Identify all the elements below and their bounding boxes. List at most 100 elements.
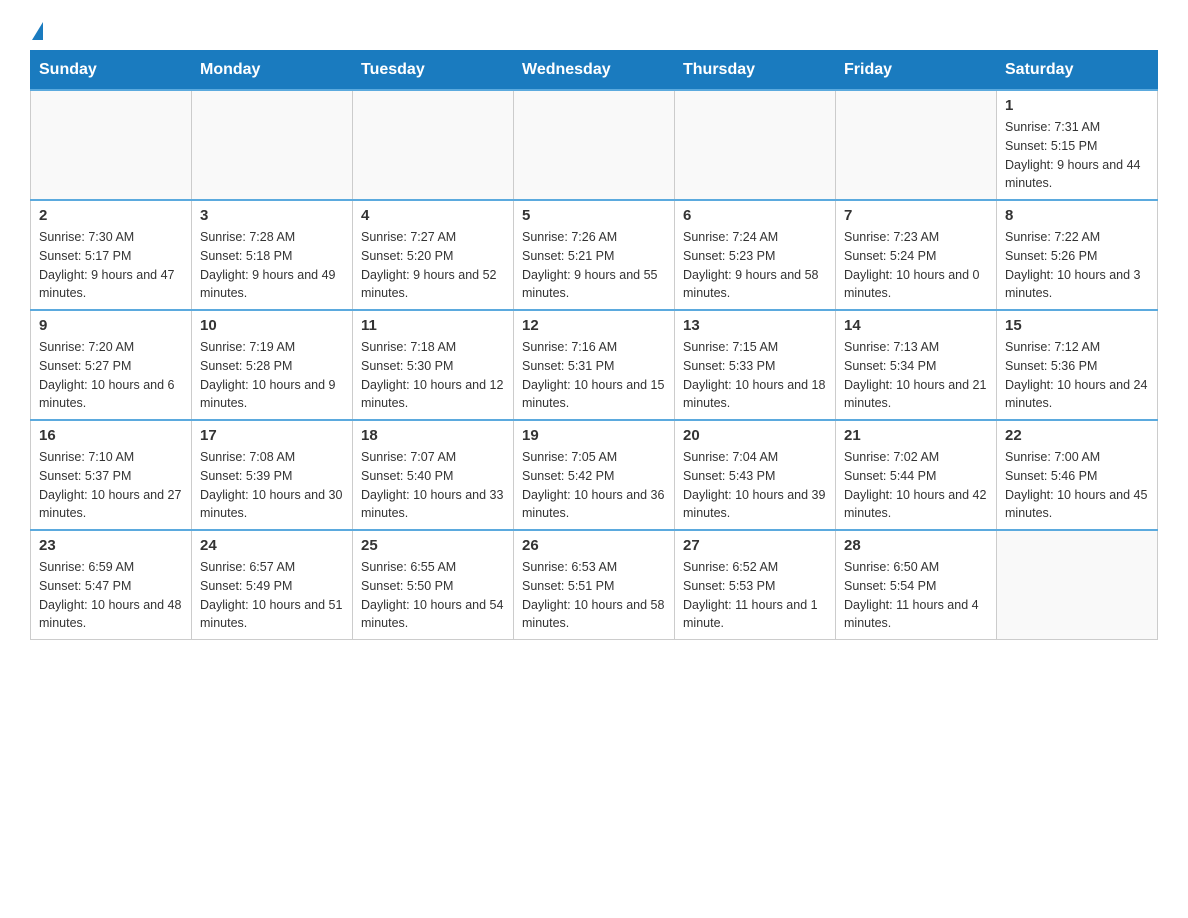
calendar-cell: 13 Sunrise: 7:15 AM Sunset: 5:33 PM Dayli… [675,310,836,420]
calendar-cell: 12Sunrise: 7:16 AM Sunset: 5:31 PM Dayli… [514,310,675,420]
day-number: 26 [522,537,666,554]
day-info: Sunrise: 7:31 AM Sunset: 5:15 PM Dayligh… [1005,118,1149,193]
col-header-thursday: Thursday [675,51,836,91]
day-number: 7 [844,207,988,224]
day-info: Sunrise: 7:19 AM Sunset: 5:28 PM Dayligh… [200,338,344,413]
day-info: Sunrise: 7:26 AM Sunset: 5:21 PM Dayligh… [522,228,666,303]
day-info: Sunrise: 7:05 AM Sunset: 5:42 PM Dayligh… [522,448,666,523]
calendar-cell: 8 Sunrise: 7:22 AM Sunset: 5:26 PM Daylig… [997,200,1158,310]
logo [30,20,43,40]
calendar-week-row: 2 Sunrise: 7:30 AM Sunset: 5:17 PM Daylig… [31,200,1158,310]
day-info: Sunrise: 7:24 AM Sunset: 5:23 PM Dayligh… [683,228,827,303]
col-header-friday: Friday [836,51,997,91]
day-info: Sunrise: 6:50 AM Sunset: 5:54 PM Dayligh… [844,558,988,633]
day-number: 14 [844,317,988,334]
calendar-cell: 27 Sunrise: 6:52 AM Sunset: 5:53 PM Dayli… [675,530,836,640]
day-number: 4 [361,207,505,224]
day-info: Sunrise: 6:59 AM Sunset: 5:47 PM Dayligh… [39,558,183,633]
day-number: 23 [39,537,183,554]
logo-triangle-icon [32,22,43,40]
day-number: 21 [844,427,988,444]
calendar-cell: 21 Sunrise: 7:02 AM Sunset: 5:44 PM Dayli… [836,420,997,530]
day-number: 8 [1005,207,1149,224]
calendar-cell: 22Sunrise: 7:00 AM Sunset: 5:46 PM Dayli… [997,420,1158,530]
day-info: Sunrise: 7:07 AM Sunset: 5:40 PM Dayligh… [361,448,505,523]
day-info: Sunrise: 7:30 AM Sunset: 5:17 PM Dayligh… [39,228,183,303]
day-info: Sunrise: 7:13 AM Sunset: 5:34 PM Dayligh… [844,338,988,413]
calendar-cell: 16Sunrise: 7:10 AM Sunset: 5:37 PM Dayli… [31,420,192,530]
calendar-table: SundayMondayTuesdayWednesdayThursdayFrid… [30,50,1158,640]
col-header-wednesday: Wednesday [514,51,675,91]
calendar-cell: 5 Sunrise: 7:26 AM Sunset: 5:21 PM Daylig… [514,200,675,310]
calendar-cell [353,90,514,200]
day-number: 1 [1005,97,1149,114]
day-info: Sunrise: 7:22 AM Sunset: 5:26 PM Dayligh… [1005,228,1149,303]
day-info: Sunrise: 7:12 AM Sunset: 5:36 PM Dayligh… [1005,338,1149,413]
day-info: Sunrise: 7:00 AM Sunset: 5:46 PM Dayligh… [1005,448,1149,523]
calendar-cell: 23 Sunrise: 6:59 AM Sunset: 5:47 PM Dayli… [31,530,192,640]
day-info: Sunrise: 6:53 AM Sunset: 5:51 PM Dayligh… [522,558,666,633]
day-number: 20 [683,427,827,444]
day-info: Sunrise: 7:28 AM Sunset: 5:18 PM Dayligh… [200,228,344,303]
day-number: 17 [200,427,344,444]
day-number: 19 [522,427,666,444]
day-number: 2 [39,207,183,224]
day-info: Sunrise: 6:55 AM Sunset: 5:50 PM Dayligh… [361,558,505,633]
day-number: 24 [200,537,344,554]
day-info: Sunrise: 7:18 AM Sunset: 5:30 PM Dayligh… [361,338,505,413]
day-info: Sunrise: 7:02 AM Sunset: 5:44 PM Dayligh… [844,448,988,523]
day-number: 18 [361,427,505,444]
day-number: 3 [200,207,344,224]
calendar-cell [514,90,675,200]
calendar-cell: 26 Sunrise: 6:53 AM Sunset: 5:51 PM Dayli… [514,530,675,640]
col-header-saturday: Saturday [997,51,1158,91]
day-info: Sunrise: 7:08 AM Sunset: 5:39 PM Dayligh… [200,448,344,523]
day-info: Sunrise: 7:20 AM Sunset: 5:27 PM Dayligh… [39,338,183,413]
day-info: Sunrise: 7:23 AM Sunset: 5:24 PM Dayligh… [844,228,988,303]
calendar-cell: 3 Sunrise: 7:28 AM Sunset: 5:18 PM Daylig… [192,200,353,310]
calendar-cell: 6 Sunrise: 7:24 AM Sunset: 5:23 PM Daylig… [675,200,836,310]
day-info: Sunrise: 6:57 AM Sunset: 5:49 PM Dayligh… [200,558,344,633]
page-header [30,20,1158,40]
day-info: Sunrise: 7:10 AM Sunset: 5:37 PM Dayligh… [39,448,183,523]
calendar-cell: 15 Sunrise: 7:12 AM Sunset: 5:36 PM Dayli… [997,310,1158,420]
calendar-cell: 24 Sunrise: 6:57 AM Sunset: 5:49 PM Dayli… [192,530,353,640]
day-number: 25 [361,537,505,554]
calendar-cell: 19 Sunrise: 7:05 AM Sunset: 5:42 PM Dayli… [514,420,675,530]
calendar-cell [997,530,1158,640]
calendar-cell: 4 Sunrise: 7:27 AM Sunset: 5:20 PM Daylig… [353,200,514,310]
calendar-cell: 25 Sunrise: 6:55 AM Sunset: 5:50 PM Dayli… [353,530,514,640]
calendar-cell: 18 Sunrise: 7:07 AM Sunset: 5:40 PM Dayli… [353,420,514,530]
col-header-monday: Monday [192,51,353,91]
day-number: 5 [522,207,666,224]
day-number: 15 [1005,317,1149,334]
calendar-cell: 11Sunrise: 7:18 AM Sunset: 5:30 PM Dayli… [353,310,514,420]
calendar-cell: 9 Sunrise: 7:20 AM Sunset: 5:27 PM Daylig… [31,310,192,420]
calendar-cell: 28 Sunrise: 6:50 AM Sunset: 5:54 PM Dayli… [836,530,997,640]
day-number: 10 [200,317,344,334]
day-info: Sunrise: 7:15 AM Sunset: 5:33 PM Dayligh… [683,338,827,413]
calendar-cell: 10 Sunrise: 7:19 AM Sunset: 5:28 PM Dayli… [192,310,353,420]
calendar-cell: 17 Sunrise: 7:08 AM Sunset: 5:39 PM Dayli… [192,420,353,530]
col-header-tuesday: Tuesday [353,51,514,91]
calendar-cell: 2 Sunrise: 7:30 AM Sunset: 5:17 PM Daylig… [31,200,192,310]
calendar-header-row: SundayMondayTuesdayWednesdayThursdayFrid… [31,51,1158,91]
col-header-sunday: Sunday [31,51,192,91]
day-number: 13 [683,317,827,334]
calendar-week-row: 1 Sunrise: 7:31 AM Sunset: 5:15 PM Daylig… [31,90,1158,200]
day-info: Sunrise: 7:27 AM Sunset: 5:20 PM Dayligh… [361,228,505,303]
calendar-cell: 20 Sunrise: 7:04 AM Sunset: 5:43 PM Dayli… [675,420,836,530]
day-info: Sunrise: 6:52 AM Sunset: 5:53 PM Dayligh… [683,558,827,633]
day-number: 27 [683,537,827,554]
day-number: 28 [844,537,988,554]
calendar-week-row: 23 Sunrise: 6:59 AM Sunset: 5:47 PM Dayli… [31,530,1158,640]
calendar-cell [192,90,353,200]
day-number: 9 [39,317,183,334]
calendar-cell: 7 Sunrise: 7:23 AM Sunset: 5:24 PM Daylig… [836,200,997,310]
calendar-cell [836,90,997,200]
day-number: 6 [683,207,827,224]
day-info: Sunrise: 7:04 AM Sunset: 5:43 PM Dayligh… [683,448,827,523]
calendar-week-row: 16Sunrise: 7:10 AM Sunset: 5:37 PM Dayli… [31,420,1158,530]
calendar-cell: 1 Sunrise: 7:31 AM Sunset: 5:15 PM Daylig… [997,90,1158,200]
calendar-cell [675,90,836,200]
